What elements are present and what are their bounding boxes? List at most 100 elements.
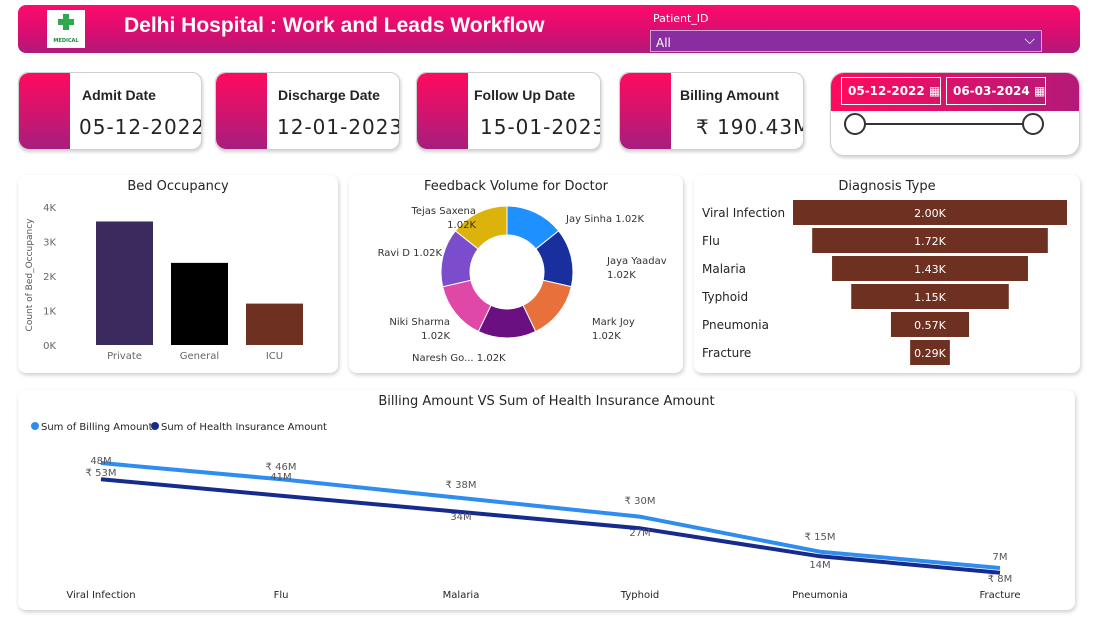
kpi-admit-date: Admit Date 05-12-2022 bbox=[18, 72, 202, 150]
slice-value: 1.02K bbox=[607, 270, 636, 281]
billing-data-label: ₹ 38M bbox=[446, 480, 477, 491]
date-slider-end-handle[interactable] bbox=[1022, 113, 1044, 135]
end-date-field[interactable]: 06-03-2024 ▦ bbox=[946, 77, 1046, 105]
insurance-data-label: 7M bbox=[993, 552, 1008, 563]
funnel-value-label: 1.72K bbox=[914, 235, 946, 248]
calendar-icon[interactable]: ▦ bbox=[929, 84, 940, 98]
billing-data-label: ₹ 53M bbox=[86, 468, 117, 479]
funnel-value-label: 0.29K bbox=[914, 347, 946, 360]
start-date-field[interactable]: 05-12-2022 ▦ bbox=[841, 77, 941, 105]
slice-label: Tejas Saxena bbox=[410, 206, 476, 217]
funnel-value-label: 1.43K bbox=[914, 263, 946, 276]
kpi-follow-up-date: Follow Up Date 15-01-2023 bbox=[416, 72, 601, 150]
series-line-billing[interactable] bbox=[100, 461, 1001, 570]
funnel-category-label: Typhoid bbox=[701, 290, 748, 304]
x-axis-category: Flu bbox=[274, 590, 289, 601]
funnel-category-label: Viral Infection bbox=[702, 206, 785, 220]
kpi-label: Discharge Date bbox=[278, 87, 380, 103]
legend-billing-marker bbox=[31, 422, 39, 430]
slice-label: Jay Sinha 1.02K bbox=[565, 214, 645, 225]
legend-insurance-marker bbox=[151, 422, 159, 430]
page-title: Delhi Hospital : Work and Leads Workflow bbox=[124, 14, 545, 37]
chevron-down-icon[interactable]: ⌵ bbox=[1024, 32, 1035, 48]
insurance-data-label: 41M bbox=[270, 472, 291, 483]
kpi-discharge-date: Discharge Date 12-01-2023 bbox=[215, 72, 400, 150]
y-tick-label: 4K bbox=[43, 203, 56, 214]
bar-general[interactable] bbox=[171, 262, 228, 345]
billing-vs-insurance-chart: Sum of Billing Amount Sum of Health Insu… bbox=[31, 422, 1021, 601]
feedback-donut-chart: Jay Sinha 1.02K Jaya Yaadav 1.02K Mark Joy 1… bbox=[378, 205, 667, 364]
logo-text: MEDICAL bbox=[53, 38, 79, 44]
billing-data-label: ₹ 15M bbox=[805, 532, 836, 543]
y-axis-title: Count of Bed_Occupancy bbox=[25, 218, 35, 332]
y-tick-label: 2K bbox=[43, 272, 56, 283]
x-tick-label: ICU bbox=[266, 351, 283, 362]
slice-value: 1.02K bbox=[421, 331, 450, 342]
y-tick-label: 1K bbox=[43, 307, 56, 318]
date-slider-track bbox=[855, 123, 1033, 125]
date-slider-start-handle[interactable] bbox=[844, 113, 866, 135]
kpi-value: 05-12-2022 bbox=[79, 115, 202, 139]
slice-value: 1.02K bbox=[592, 331, 621, 342]
funnel-category-label: Flu bbox=[702, 234, 720, 248]
medical-cross-icon bbox=[58, 14, 74, 30]
slice-label: Niki Sharma bbox=[389, 317, 450, 328]
diagnosis-type-card: Diagnosis Type Viral Infection 2.00K Flu 1.… bbox=[694, 175, 1080, 373]
patient-id-label: Patient_ID bbox=[653, 12, 709, 25]
bed-occupancy-chart: Count of Bed_Occupancy 0K 1K 2K 3K 4K Private… bbox=[25, 203, 303, 362]
insurance-data-label: 27M bbox=[629, 528, 650, 539]
end-date-value: 06-03-2024 bbox=[953, 84, 1030, 98]
kpi-label: Billing Amount bbox=[680, 87, 780, 103]
funnel-category-label: Pneumonia bbox=[702, 318, 769, 332]
kpi-value: 12-01-2023 bbox=[277, 115, 400, 139]
x-axis-category: Pneumonia bbox=[792, 590, 848, 601]
patient-id-value: All bbox=[656, 36, 671, 50]
kpi-label: Follow Up Date bbox=[474, 87, 576, 103]
x-axis-category: Viral Infection bbox=[66, 590, 135, 601]
legend-insurance-label: Sum of Health Insurance Amount bbox=[161, 422, 327, 433]
funnel-category-label: Malaria bbox=[702, 262, 746, 276]
slice-label: Ravi D 1.02K bbox=[378, 248, 443, 259]
slice-label: Mark Joy bbox=[592, 317, 635, 328]
billing-data-label: ₹ 8M bbox=[988, 574, 1013, 585]
bar-icu[interactable] bbox=[246, 303, 303, 345]
funnel-value-label: 1.15K bbox=[914, 291, 946, 304]
kpi-accent-bar bbox=[620, 73, 671, 149]
billing-data-label: ₹ 30M bbox=[625, 496, 656, 507]
slice-value: 1.02K bbox=[447, 220, 476, 231]
x-axis-category: Fracture bbox=[979, 590, 1020, 601]
kpi-value: ₹ 190.43M bbox=[696, 115, 804, 139]
slice-label: Naresh Go... 1.02K bbox=[412, 353, 506, 364]
funnel-category-label: Fracture bbox=[702, 346, 751, 360]
bed-occupancy-card: Bed Occupancy Count of Bed_Occupancy 0K 1… bbox=[18, 175, 338, 373]
date-range-slicer: 05-12-2022 ▦ 06-03-2024 ▦ bbox=[830, 72, 1080, 156]
kpi-accent-bar bbox=[19, 73, 70, 149]
y-tick-label: 3K bbox=[43, 238, 56, 249]
series-line-insurance[interactable] bbox=[100, 477, 1001, 575]
funnel-value-label: 2.00K bbox=[914, 207, 946, 220]
funnel-value-label: 0.57K bbox=[914, 319, 946, 332]
legend-billing-label: Sum of Billing Amount bbox=[41, 422, 153, 433]
insurance-data-label: 14M bbox=[809, 560, 830, 571]
billing-vs-insurance-card: Billing Amount VS Sum of Health Insuranc… bbox=[18, 390, 1075, 610]
start-date-value: 05-12-2022 bbox=[848, 84, 925, 98]
kpi-value: 15-01-2023 bbox=[480, 115, 601, 139]
kpi-billing-amount: Billing Amount ₹ 190.43M bbox=[619, 72, 804, 150]
feedback-volume-card: Feedback Volume for Doctor Jay Sinha 1.0… bbox=[349, 175, 683, 373]
x-tick-label: General bbox=[180, 351, 219, 362]
kpi-accent-bar bbox=[417, 73, 468, 149]
kpi-label: Admit Date bbox=[82, 87, 156, 103]
x-tick-label: Private bbox=[107, 351, 142, 362]
calendar-icon[interactable]: ▦ bbox=[1034, 84, 1045, 98]
hospital-logo: MEDICAL bbox=[47, 10, 85, 48]
slice-label: Jaya Yaadav bbox=[606, 256, 667, 267]
bar-private[interactable] bbox=[96, 221, 153, 345]
insurance-data-label: 34M bbox=[450, 512, 471, 523]
diagnosis-funnel-chart: Viral Infection 2.00K Flu 1.72K Malaria 1.43K… bbox=[701, 200, 1067, 365]
patient-id-dropdown[interactable]: All ⌵ bbox=[650, 30, 1042, 52]
x-axis-category: Malaria bbox=[443, 590, 480, 601]
x-axis-category: Typhoid bbox=[620, 590, 659, 601]
y-tick-label: 0K bbox=[43, 341, 56, 352]
kpi-accent-bar bbox=[216, 73, 267, 149]
insurance-data-label: 48M bbox=[90, 456, 111, 467]
